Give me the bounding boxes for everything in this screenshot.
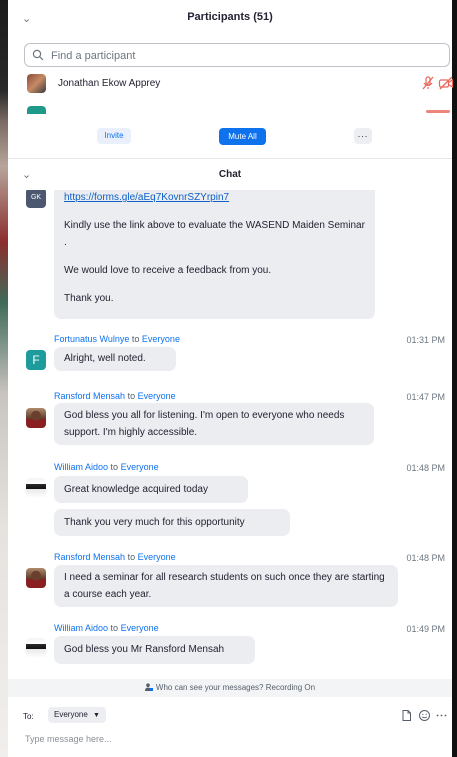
participants-actions: Invite Mute All ... [8, 118, 452, 158]
background-video-strip [0, 0, 8, 757]
message-input[interactable] [23, 730, 447, 748]
chevron-down-icon: ▼ [93, 712, 100, 719]
recording-notice[interactable]: Who can see your messages? Recording On [8, 679, 452, 697]
more-icon[interactable] [435, 709, 448, 722]
message-time: 01:31 PM [406, 335, 445, 345]
sender-name[interactable]: William Aidoo [54, 462, 108, 472]
lock-person-icon [144, 683, 153, 691]
to-label: To: [23, 712, 34, 721]
search-icon [32, 49, 44, 61]
message-bubble: Thank you very much for this opportunity [54, 509, 290, 536]
message-bubble: God bless you all for listening. I'm ope… [54, 403, 374, 445]
recipient-name: Everyone [120, 623, 159, 633]
message-time: 01:47 PM [406, 392, 445, 402]
message-sender: Ransford Mensah to Everyone [54, 552, 176, 562]
window-edge [452, 0, 457, 757]
invite-button[interactable]: Invite [97, 128, 131, 144]
to-word: to [131, 334, 140, 344]
notice-text: Who can see your messages? Recording On [155, 683, 316, 692]
file-icon[interactable] [400, 709, 413, 722]
more-options-button[interactable]: ... [354, 128, 372, 144]
message-text: Kindly use the link above to evaluate th… [64, 220, 365, 248]
mute-all-button[interactable]: Mute All [219, 128, 266, 145]
to-word: to [110, 623, 119, 633]
recipient-select-value: Everyone [54, 710, 88, 719]
participant-search[interactable] [24, 43, 450, 67]
message-text: We would love to receive a feedback from… [64, 265, 272, 276]
message-bubble: God bless you Mr Ransford Mensah [54, 636, 255, 664]
participants-header: ⌄ Participants (51) [8, 0, 452, 36]
recipient-name: Everyone [137, 391, 176, 401]
participant-name: Jonathan Ekow Apprey [58, 78, 161, 89]
message-text: Thank you. [64, 293, 114, 304]
message-bubble: Alright, well noted. [54, 347, 176, 371]
recipient-name: Everyone [137, 552, 176, 562]
participants-title: Participants (51) [187, 11, 273, 23]
recipient-select[interactable]: Everyone ▼ [48, 707, 106, 723]
message-sender: Fortunatus Wulnye to Everyone [54, 334, 180, 344]
sidebar-panel: ⌄ Participants (51) Jonathan Ekow Apprey… [8, 0, 454, 757]
message-time: 01:48 PM [406, 553, 445, 563]
message-bubble: https://forms.gle/aEq7KovnrSZYrpin7 Kind… [54, 190, 375, 319]
form-link[interactable]: https://forms.gle/aEq7KovnrSZYrpin7 [64, 190, 365, 206]
sender-name[interactable]: Ransford Mensah [54, 391, 125, 401]
avatar: GK [26, 190, 46, 208]
chat-title: Chat [218, 169, 242, 180]
mute-icons-partial [426, 110, 450, 113]
message-sender: William Aidoo to Everyone [54, 623, 159, 633]
to-word: to [110, 462, 119, 472]
message-bubble: I need a seminar for all research studen… [54, 565, 398, 607]
avatar [26, 638, 46, 658]
message-time: 01:48 PM [406, 463, 445, 473]
chat-messages: GK https://forms.gle/aEq7KovnrSZYrpin7 K… [8, 190, 452, 678]
avatar [27, 106, 46, 114]
participant-row[interactable] [24, 104, 452, 114]
to-word: to [127, 552, 136, 562]
avatar: F [26, 350, 46, 370]
message-sender: Ransford Mensah to Everyone [54, 391, 176, 401]
video-off-icon[interactable] [438, 75, 454, 91]
sender-name[interactable]: William Aidoo [54, 623, 108, 633]
recipient-name: Everyone [120, 462, 159, 472]
emoji-icon[interactable] [418, 709, 431, 722]
recipient-name: Everyone [141, 334, 180, 344]
participant-search-input[interactable] [49, 46, 443, 66]
message-bubble: Great knowledge acquired today [54, 476, 248, 503]
message-time: 01:49 PM [406, 624, 445, 634]
to-word: to [127, 391, 136, 401]
avatar [26, 408, 46, 428]
avatar [26, 568, 46, 588]
participant-row[interactable]: Jonathan Ekow Apprey [24, 74, 454, 98]
mic-muted-icon[interactable] [420, 75, 436, 91]
avatar [27, 74, 46, 93]
sender-name[interactable]: Ransford Mensah [54, 552, 125, 562]
sender-name[interactable]: Fortunatus Wulnye [54, 334, 129, 344]
message-sender: William Aidoo to Everyone [54, 462, 159, 472]
avatar [26, 478, 46, 498]
chat-header: ⌄ Chat [8, 159, 452, 189]
